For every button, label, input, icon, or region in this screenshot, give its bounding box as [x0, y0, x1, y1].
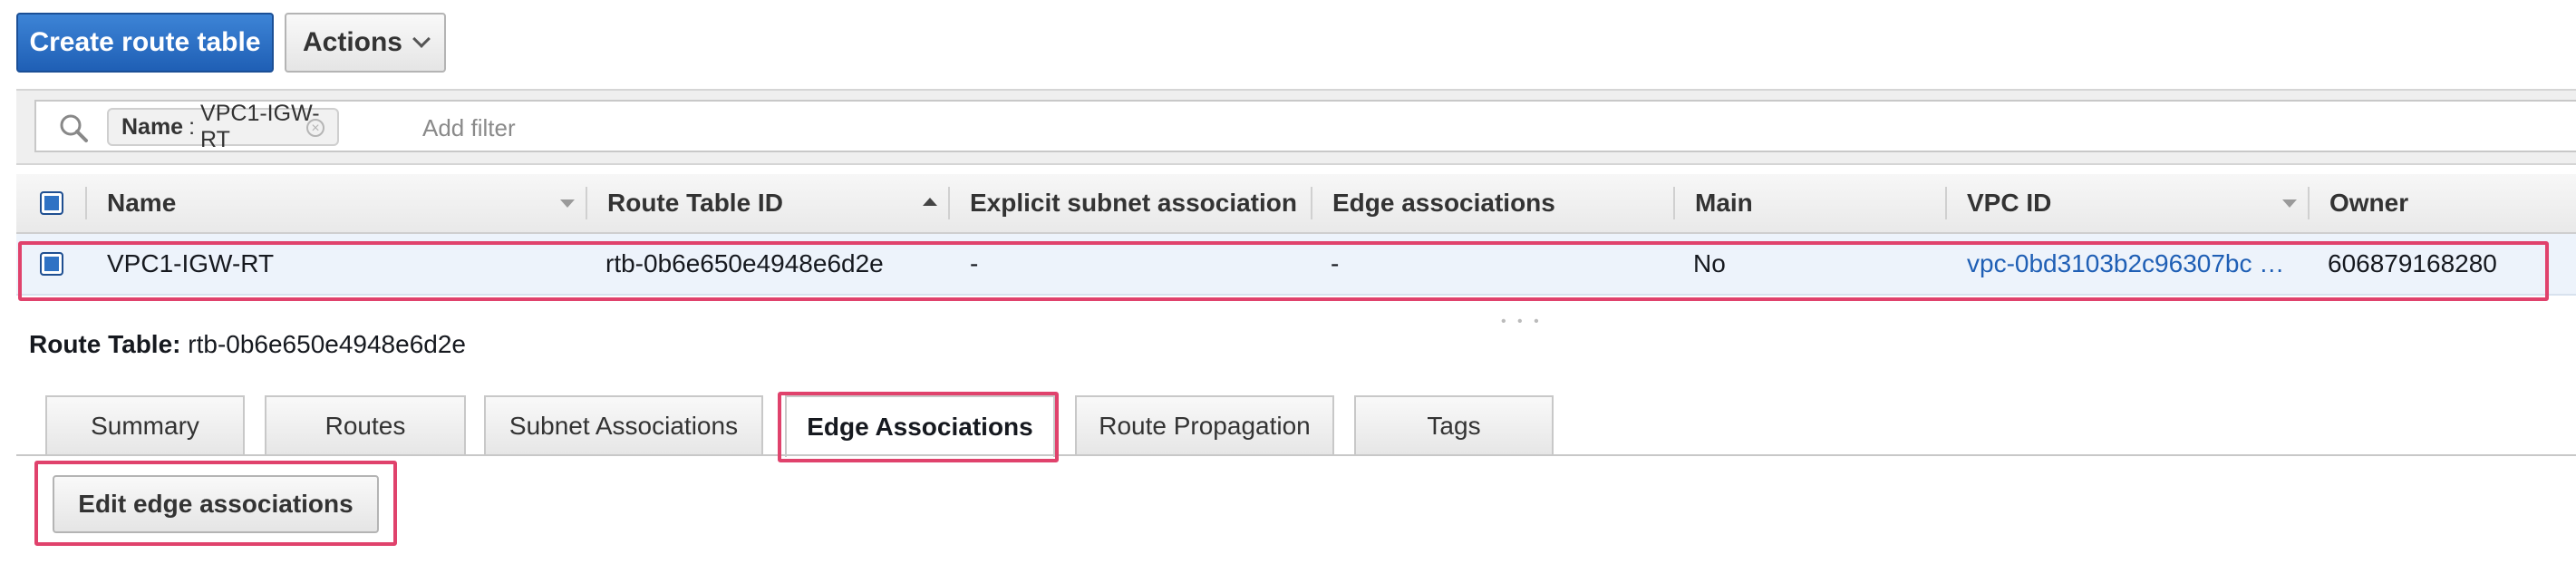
resize-handle-icon[interactable]: • • •: [1501, 314, 1543, 330]
sort-icon[interactable]: [2282, 199, 2297, 208]
sort-icon[interactable]: [560, 199, 575, 208]
vpc-id-link[interactable]: vpc-0bd3103b2c96307bc …: [1967, 234, 2284, 294]
tab-summary[interactable]: Summary: [45, 395, 245, 455]
select-all-checkbox[interactable]: [40, 191, 63, 215]
column-header-main[interactable]: Main: [1695, 174, 1931, 232]
column-header-edge-associations[interactable]: Edge associations: [1332, 174, 1668, 232]
table-header: Name Route Table ID Explicit subnet asso…: [16, 174, 2576, 234]
column-header-explicit-subnet-association[interactable]: Explicit subnet association: [970, 174, 1305, 232]
sort-ascending-icon[interactable]: [923, 198, 937, 206]
tab-edge-associations[interactable]: Edge Associations: [785, 395, 1055, 457]
cell-name: VPC1-IGW-RT: [107, 249, 275, 277]
tab-routes[interactable]: Routes: [265, 395, 466, 455]
chevron-down-icon: [412, 30, 431, 48]
column-header-vpc-id[interactable]: VPC ID: [1967, 174, 2275, 232]
search-icon: [60, 114, 88, 142]
tab-subnet-associations[interactable]: Subnet Associations: [484, 395, 763, 455]
actions-label: Actions: [302, 27, 402, 57]
route-table-detail-label: Route Table: rtb-0b6e650e4948e6d2e: [29, 330, 466, 358]
route-table-detail-value: rtb-0b6e650e4948e6d2e: [188, 330, 466, 358]
filter-token-separator: :: [189, 113, 196, 140]
filter-token-key: Name: [121, 113, 184, 140]
column-header-route-table-id[interactable]: Route Table ID: [607, 174, 915, 232]
create-route-table-button[interactable]: Create route table: [16, 13, 274, 73]
row-checkbox[interactable]: [40, 252, 63, 276]
edit-edge-associations-button[interactable]: Edit edge associations: [53, 475, 379, 533]
tab-divider: [16, 454, 2576, 456]
cell-explicit-subnet: -: [970, 249, 979, 277]
add-filter-input[interactable]: Add filter: [422, 114, 516, 142]
filter-bar-container: Name : VPC1-IGW-RT × Add filter: [16, 89, 2576, 165]
remove-filter-icon[interactable]: ×: [306, 119, 324, 137]
cell-main: No: [1693, 249, 1726, 277]
cell-owner: 606879168280: [2328, 249, 2497, 277]
column-header-name[interactable]: Name: [107, 174, 560, 232]
cell-route-table-id: rtb-0b6e650e4948e6d2e: [605, 249, 884, 277]
cell-edge-associations: -: [1331, 249, 1340, 277]
filter-token[interactable]: Name : VPC1-IGW-RT ×: [107, 101, 339, 152]
tab-tags[interactable]: Tags: [1354, 395, 1554, 455]
filter-bar[interactable]: Name : VPC1-IGW-RT × Add filter: [34, 100, 2576, 152]
table-row[interactable]: VPC1-IGW-RT rtb-0b6e650e4948e6d2e - - No…: [16, 234, 2576, 296]
actions-dropdown-button[interactable]: Actions: [285, 13, 446, 73]
column-header-owner[interactable]: Owner: [2329, 174, 2565, 232]
tab-route-propagation[interactable]: Route Propagation: [1075, 395, 1334, 455]
